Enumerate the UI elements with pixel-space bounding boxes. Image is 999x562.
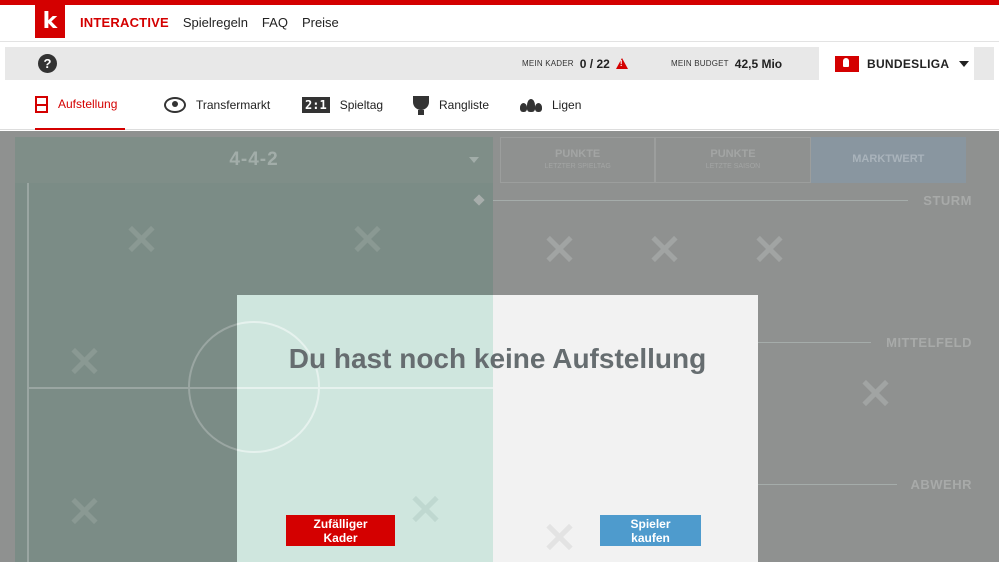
tab-ligen[interactable]: Ligen: [520, 80, 581, 130]
squad-count-value: 0 / 22: [579, 56, 610, 71]
top-nav-links: INTERACTIVE Spielregeln FAQ Preise: [80, 15, 353, 30]
empty-lineup-dialog: Du hast noch keine Aufstellung Zufällige…: [237, 295, 758, 562]
league-name: BUNDESLIGA: [867, 56, 950, 71]
empty-slot-icon[interactable]: [545, 235, 573, 263]
bundesliga-logo-icon: [835, 55, 859, 72]
tab-label: Spieltag: [339, 98, 384, 112]
game-navigation: Aufstellung Transfermarkt 2:1 Spieltag R…: [0, 80, 999, 130]
empty-slot-icon: [411, 495, 439, 523]
league-selector[interactable]: BUNDESLIGA: [819, 47, 974, 80]
buy-players-button[interactable]: Spieler kaufen: [600, 515, 701, 546]
score-icon: 2:1: [302, 97, 330, 113]
people-icon: [520, 97, 542, 113]
nav-spielregeln[interactable]: Spielregeln: [183, 15, 248, 30]
row-label-mittelfeld: MITTELFELD: [886, 335, 972, 350]
tab-label: Aufstellung: [58, 97, 118, 111]
tab-punkte-spieltag[interactable]: PUNKTE LETZTER SPIELTAG: [500, 137, 656, 183]
chevron-down-icon: [469, 157, 479, 163]
budget-value: 42,5 Mio: [734, 56, 783, 71]
transfer-icon: [164, 97, 186, 113]
sort-tabs: PUNKTE LETZTER SPIELTAG PUNKTE LETZTE SA…: [500, 137, 966, 183]
row-label-abwehr: ABWEHR: [910, 477, 972, 492]
nav-interactive[interactable]: INTERACTIVE: [80, 15, 169, 30]
warning-icon: [615, 58, 628, 69]
tab-label: Rangliste: [439, 98, 490, 112]
empty-slot-icon[interactable]: [70, 347, 98, 375]
tab-label: Ligen: [552, 98, 582, 112]
chevron-down-icon: [959, 60, 970, 67]
top-navigation: k INTERACTIVE Spielregeln FAQ Preise: [0, 0, 999, 42]
nav-preise[interactable]: Preise: [302, 15, 339, 30]
formation-selector[interactable]: 4-4-2: [15, 137, 493, 183]
tab-marktwert[interactable]: MARKTWERT: [810, 137, 966, 183]
formation-value: 4-4-2: [229, 149, 279, 170]
empty-slot-icon[interactable]: [650, 235, 678, 263]
dialog-title: Du hast noch keine Aufstellung: [288, 343, 707, 374]
empty-slot-icon[interactable]: [127, 225, 155, 253]
budget: MEIN BUDGET 42,5 Mio: [671, 47, 782, 80]
row-label-sturm: STURM: [923, 193, 972, 208]
tab-transfermarkt[interactable]: Transfermarkt: [164, 80, 270, 130]
tab-spieltag[interactable]: 2:1 Spieltag: [302, 80, 383, 130]
tab-aufstellung[interactable]: Aufstellung: [35, 80, 126, 130]
budget-label: MEIN BUDGET: [671, 59, 729, 68]
nav-faq[interactable]: FAQ: [262, 15, 288, 30]
empty-slot-icon[interactable]: [70, 497, 98, 525]
tab-label: Transfermarkt: [196, 98, 271, 112]
squad-count-label: MEIN KADER: [522, 59, 574, 68]
pitch-line: [27, 183, 29, 562]
empty-slot-icon[interactable]: [755, 235, 783, 263]
tab-punkte-saison[interactable]: PUNKTE LETZTE SAISON: [655, 137, 811, 183]
kicker-logo[interactable]: k: [35, 5, 65, 38]
trophy-icon: [413, 96, 429, 115]
random-squad-button[interactable]: Zufälliger Kader: [286, 515, 395, 546]
info-bar: ? MEIN KADER 0 / 22 MEIN BUDGET 42,5 Mio…: [5, 47, 994, 80]
row-line: [493, 200, 908, 201]
help-icon[interactable]: ?: [38, 54, 57, 73]
tab-rangliste[interactable]: Rangliste: [413, 80, 489, 130]
empty-slot-icon: [545, 523, 573, 551]
empty-slot-icon[interactable]: [353, 225, 381, 253]
empty-slot-icon[interactable]: [861, 379, 889, 407]
lineup-icon: [35, 95, 48, 113]
squad-count: MEIN KADER 0 / 22: [522, 47, 628, 80]
